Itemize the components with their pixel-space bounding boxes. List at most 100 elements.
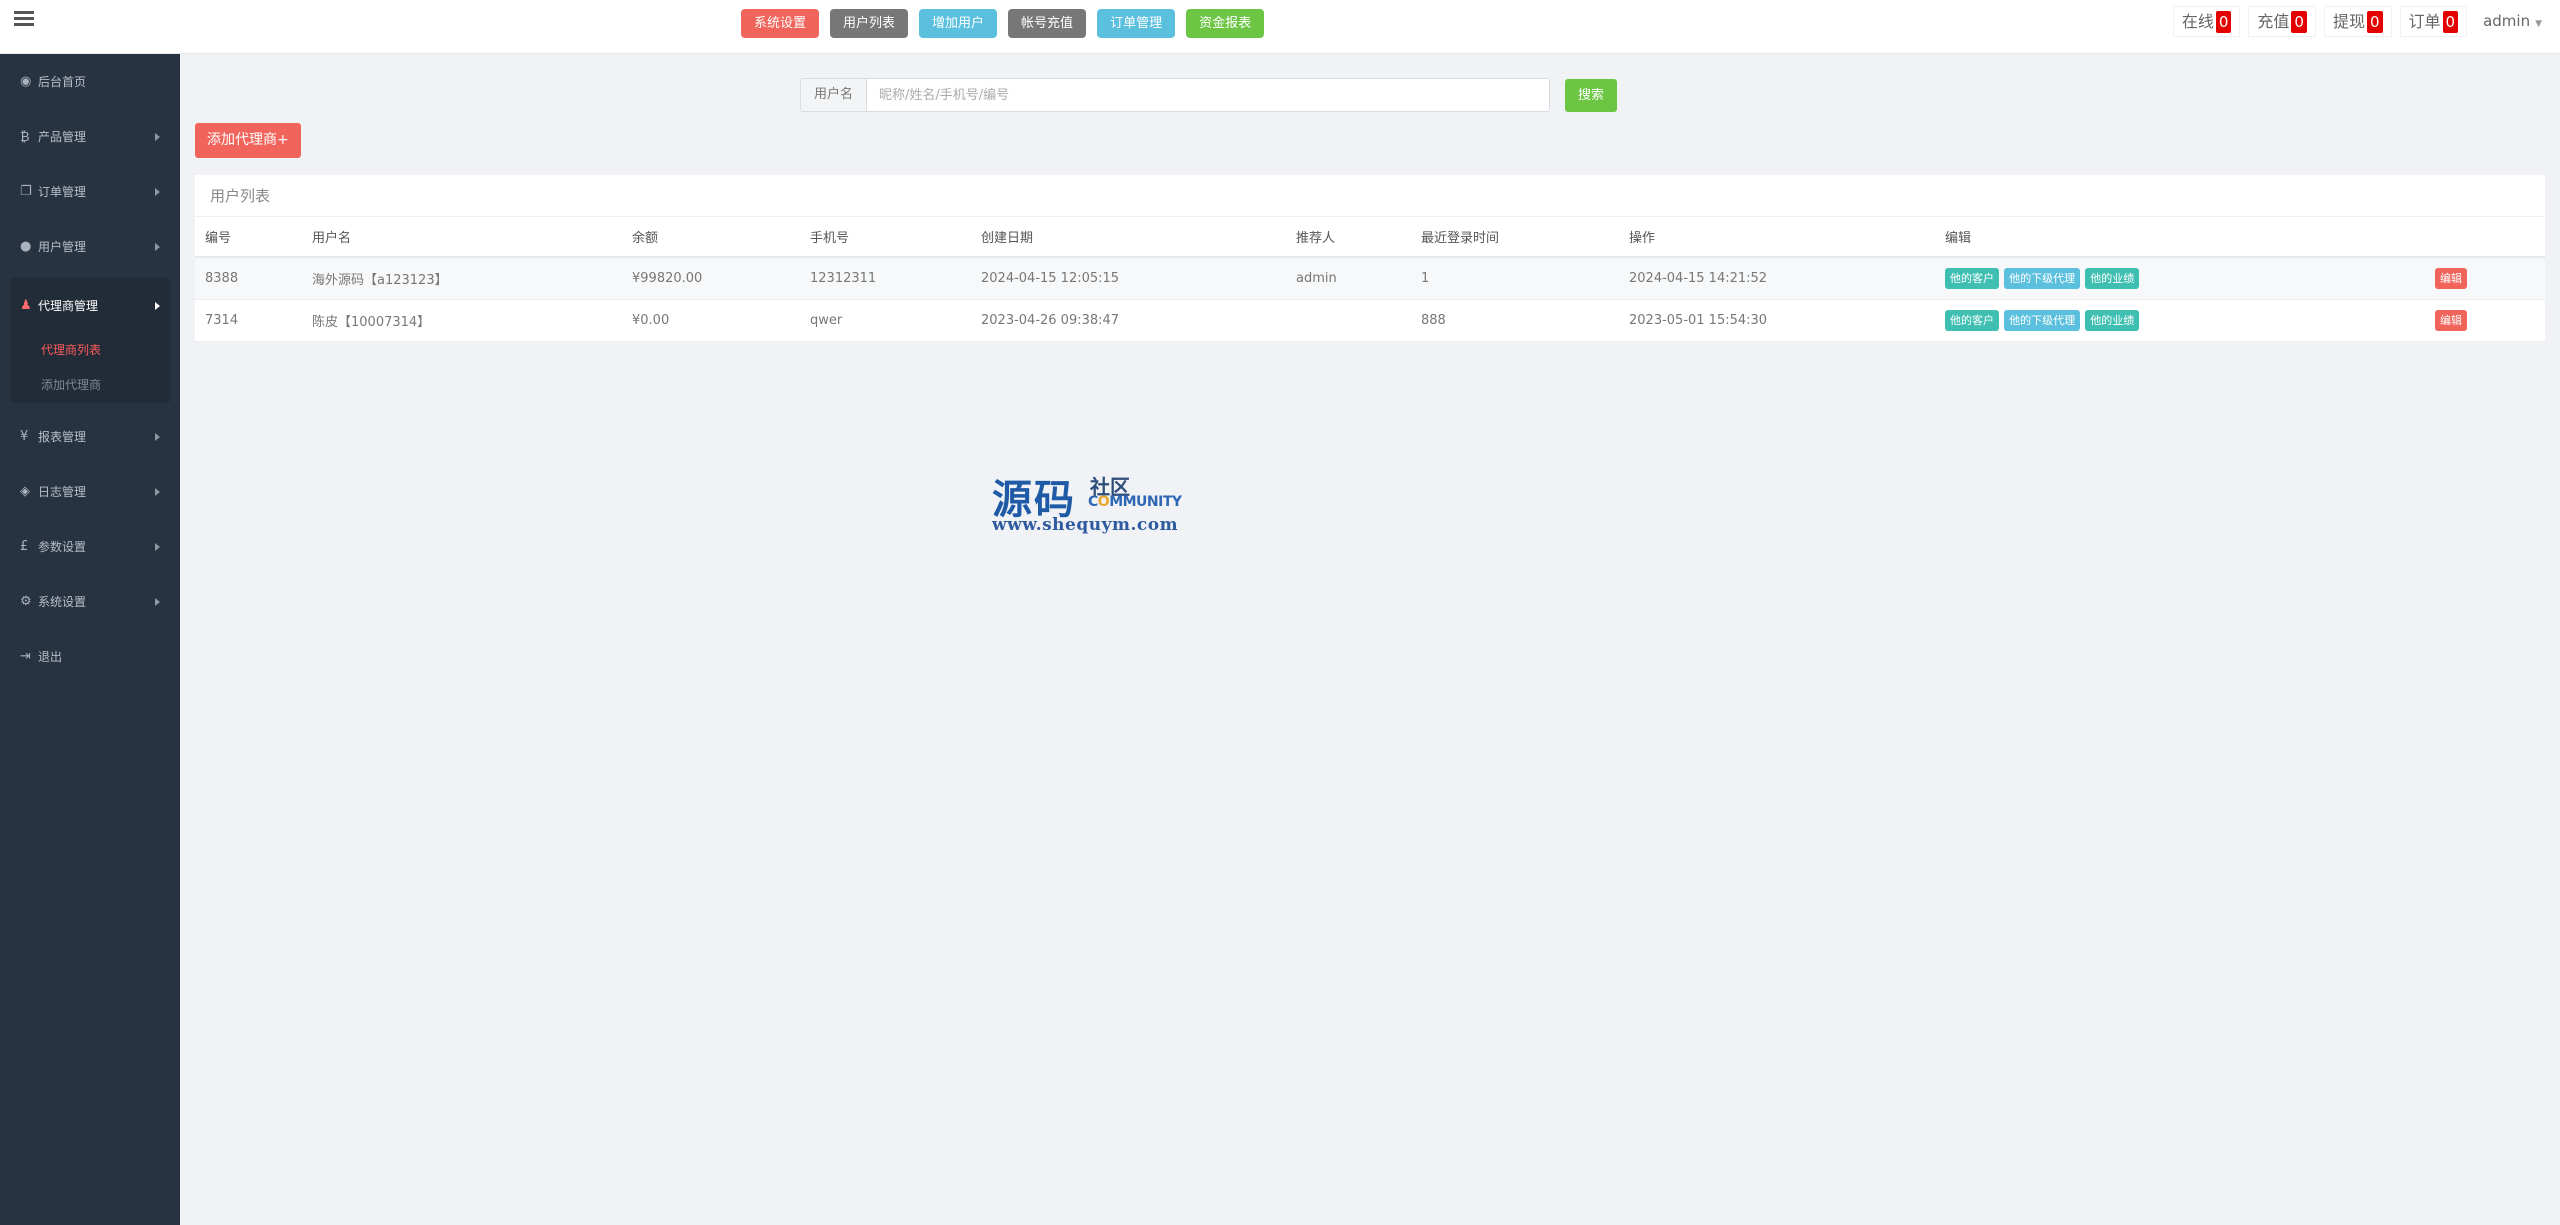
- sidebar-item-users[interactable]: ● 用户管理: [0, 219, 180, 274]
- stat-badge: 0: [2366, 10, 2383, 33]
- cell-phone: 12312311: [800, 257, 971, 300]
- account-recharge-button[interactable]: 帐号充值: [1008, 9, 1087, 38]
- sidebar-item-logout[interactable]: ⇥ 退出: [0, 629, 180, 684]
- sidebar-subitem-add-agent[interactable]: 添加代理商: [10, 368, 170, 403]
- sidebar-item-orders[interactable]: ❐ 订单管理: [0, 164, 180, 219]
- stat-badge: 0: [2291, 10, 2307, 33]
- edit-button[interactable]: 编辑: [2435, 267, 2467, 289]
- col-header-username: 用户名: [302, 217, 622, 258]
- cell-last-login: 1: [1411, 257, 1619, 300]
- cell-id: 7314: [195, 299, 302, 342]
- edit-button[interactable]: 编辑: [2435, 309, 2467, 331]
- his-performance-button[interactable]: 他的业绩: [2085, 309, 2140, 331]
- sidebar-item-products[interactable]: ₿ 产品管理: [0, 109, 180, 164]
- top-bar: 系统设置 用户列表 增加用户 帐号充值 订单管理 资金报表 在线 0 充值 0 提现…: [0, 0, 2560, 54]
- add-user-button[interactable]: 增加用户: [919, 9, 998, 38]
- his-subagents-button[interactable]: 他的下级代理: [2004, 267, 2081, 289]
- sidebar-item-label: 代理商管理: [38, 299, 99, 313]
- sidebar-subitem-agent-list[interactable]: 代理商列表: [10, 333, 170, 368]
- cell-referrer-link[interactable]: admin: [1286, 257, 1411, 300]
- pound-icon: £: [20, 539, 29, 554]
- stat-label: 在线: [2181, 12, 2214, 31]
- his-subagents-button[interactable]: 他的下级代理: [2004, 309, 2081, 331]
- watermark-url: www.shequym.com: [992, 515, 1179, 535]
- search-button[interactable]: 搜索: [1565, 78, 1618, 112]
- chevron-right-icon: [155, 432, 160, 441]
- col-header-operation: 操作: [1619, 217, 1935, 258]
- sidebar-item-params[interactable]: £ 参数设置: [0, 519, 180, 574]
- chevron-right-icon: [155, 487, 160, 496]
- user-icon: ●: [20, 239, 32, 254]
- col-header-created: 创建日期: [971, 217, 1286, 258]
- col-header-last-login: 最近登录时间: [1411, 217, 1619, 258]
- chevron-right-icon: [155, 132, 160, 141]
- user-list-panel: 用户列表 编号 用户名 余额 手机号 创建日期 推荐人 最近登录时间 操作 编辑: [195, 175, 2545, 342]
- cell-username: 陈皮【10007314】: [302, 299, 622, 342]
- sidebar-item-label: 退出: [38, 650, 63, 664]
- user-table: 编号 用户名 余额 手机号 创建日期 推荐人 最近登录时间 操作 编辑 8388…: [195, 217, 2545, 342]
- table-row: 7314 陈皮【10007314】 ¥0.00 qwer 2023-04-26 …: [195, 299, 2545, 342]
- his-customers-button[interactable]: 他的客户: [1945, 267, 1999, 289]
- cell-operation: 2024-04-15 14:21:52: [1619, 257, 1935, 300]
- search-label: 用户名: [800, 78, 867, 112]
- table-header-row: 编号 用户名 余额 手机号 创建日期 推荐人 最近登录时间 操作 编辑: [195, 217, 2545, 258]
- bitcoin-icon: ₿: [20, 129, 30, 145]
- col-header-edit: 编辑: [1935, 217, 2425, 258]
- user-menu[interactable]: admin ▼: [2475, 6, 2550, 37]
- cell-id: 8388: [195, 257, 302, 300]
- menu-toggle-icon[interactable]: [14, 8, 34, 28]
- stat-group: 在线 0 充值 0 提现 0 订单 0 admin ▼: [2172, 6, 2550, 37]
- add-agent-button[interactable]: 添加代理商+: [195, 123, 301, 158]
- watermark-english-o: O: [1097, 494, 1110, 510]
- sidebar-item-label: 订单管理: [38, 185, 87, 199]
- username: admin: [2483, 12, 2531, 30]
- chevron-right-icon: [155, 542, 160, 551]
- search-input[interactable]: [866, 78, 1551, 112]
- watermark-english: COMMUNITY: [1088, 494, 1182, 510]
- cell-referrer-link[interactable]: [1286, 299, 1411, 342]
- col-header-phone: 手机号: [800, 217, 971, 258]
- cell-last-login[interactable]: 888: [1411, 299, 1619, 342]
- sidebar-item-agents[interactable]: ♟ 代理商管理: [10, 278, 170, 333]
- stat-recharge[interactable]: 充值 0: [2248, 6, 2316, 37]
- stat-badge: 0: [2442, 10, 2459, 33]
- sidebar: ◉ 后台首页 ₿ 产品管理 ❐ 订单管理 ● 用户管理 ♟ 代理商管理 代理商列…: [0, 54, 180, 1225]
- sidebar-item-label: 产品管理: [38, 130, 87, 144]
- cell-username: 海外源码【a123123】: [302, 257, 622, 300]
- cell-created: 2024-04-15 12:05:15: [971, 257, 1286, 300]
- sidebar-item-label: 用户管理: [38, 240, 87, 254]
- his-performance-button[interactable]: 他的业绩: [2085, 267, 2140, 289]
- sidebar-group-agents: ♟ 代理商管理 代理商列表 添加代理商: [10, 278, 170, 403]
- sidebar-item-dashboard[interactable]: ◉ 后台首页: [0, 54, 180, 109]
- col-header-id: 编号: [195, 217, 302, 258]
- his-customers-button[interactable]: 他的客户: [1945, 309, 1999, 331]
- stat-orders[interactable]: 订单 0: [2399, 6, 2468, 37]
- funds-report-button[interactable]: 资金报表: [1186, 9, 1265, 38]
- user-list-button[interactable]: 用户列表: [830, 9, 909, 38]
- stat-withdraw[interactable]: 提现 0: [2323, 6, 2392, 37]
- search-bar: 用户名 搜索: [800, 78, 1618, 112]
- col-header-balance: 余额: [622, 217, 800, 258]
- order-management-button[interactable]: 订单管理: [1097, 9, 1176, 38]
- sign-out-icon: ⇥: [20, 649, 31, 664]
- chevron-right-icon: [155, 301, 160, 310]
- cell-balance: ¥0.00: [622, 299, 800, 342]
- watermark-logo: 源码 社区 COMMUNITY www.shequym.com: [992, 467, 1202, 537]
- cell-created: 2023-04-26 09:38:47: [971, 299, 1286, 342]
- watermark-english-rest: MMUNITY: [1109, 494, 1182, 510]
- sidebar-item-label: 日志管理: [38, 485, 87, 499]
- table-row: 8388 海外源码【a123123】 ¥99820.00 12312311 20…: [195, 257, 2545, 300]
- sidebar-item-label: 报表管理: [38, 430, 87, 444]
- chevron-right-icon: [155, 187, 160, 196]
- sidebar-item-label: 后台首页: [38, 75, 87, 89]
- stat-badge: 0: [2215, 10, 2232, 33]
- system-settings-button[interactable]: 系统设置: [741, 9, 820, 38]
- dashboard-icon: ◉: [20, 74, 32, 89]
- sidebar-item-reports[interactable]: ¥ 报表管理: [0, 409, 180, 464]
- stat-online[interactable]: 在线 0: [2172, 6, 2241, 37]
- stat-label: 充值: [2257, 12, 2290, 31]
- stat-label: 提现: [2332, 12, 2365, 31]
- sidebar-item-system[interactable]: ⚙ 系统设置: [0, 574, 180, 629]
- col-header-blank: [2425, 217, 2545, 258]
- sidebar-item-logs[interactable]: ◈ 日志管理: [0, 464, 180, 519]
